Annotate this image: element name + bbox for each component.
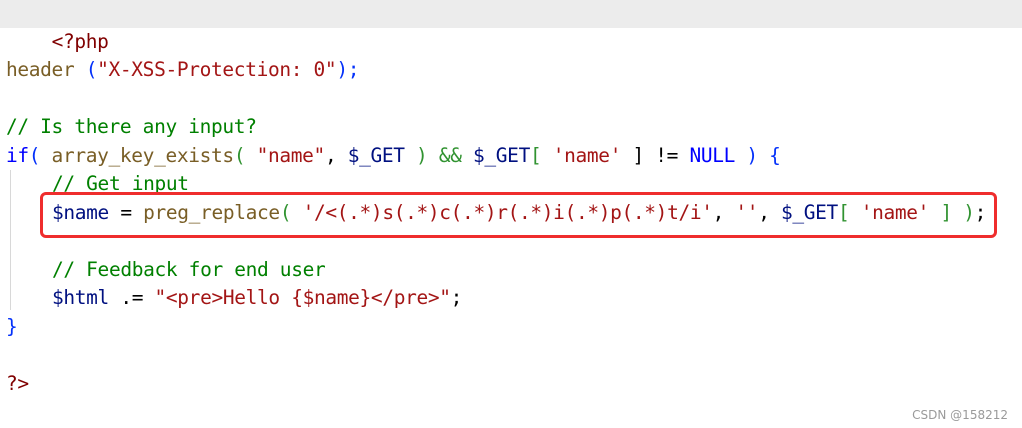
- token-paren: ): [735, 144, 770, 167]
- code-line-12: }: [6, 313, 18, 341]
- token-brace: {: [769, 144, 781, 167]
- indent-guide: [10, 170, 11, 310]
- token-string: 'name': [541, 144, 622, 167]
- php-close-tag: ?>: [6, 372, 29, 395]
- token-variable: $html: [52, 286, 109, 309]
- token-comment: // Is there any input?: [6, 115, 257, 138]
- token-variable: $_GET: [473, 144, 530, 167]
- token-string: "<pre>Hello {$name}</pre>": [154, 286, 451, 309]
- token-string: "X-XSS-Protection: 0": [97, 58, 337, 81]
- token-paren: (: [74, 58, 98, 81]
- code-line-1: <?php: [0, 0, 1022, 53]
- code-line-6: if( array_key_exists( "name", $_GET ) &&…: [6, 142, 781, 170]
- token-punct: ,: [324, 144, 348, 167]
- token-paren: (: [28, 144, 41, 167]
- code-line-14: ?>: [6, 370, 29, 398]
- token-keyword: if: [6, 144, 29, 167]
- code-line-11: $html .= "<pre>Hello {$name}</pre>";: [52, 284, 462, 312]
- token-operator: ) &&: [404, 144, 474, 167]
- token-brace: }: [6, 315, 18, 338]
- token-comment: // Feedback for end user: [52, 258, 326, 281]
- token-bracket: [: [529, 144, 542, 167]
- code-line-3: header ("X-XSS-Protection: 0");: [6, 56, 359, 84]
- token-operator: ] !=: [621, 144, 690, 167]
- code-editor[interactable]: <?php header ("X-XSS-Protection: 0"); //…: [0, 0, 1022, 428]
- token-function: array_key_exists: [40, 144, 235, 167]
- php-open-tag: <?php: [51, 30, 109, 53]
- code-line-10: // Feedback for end user: [52, 256, 326, 284]
- token-string: "name": [245, 144, 326, 167]
- token-paren: (: [233, 144, 246, 167]
- token-constant: NULL: [689, 144, 735, 167]
- highlight-box: [40, 192, 997, 238]
- token-operator: .=: [108, 286, 155, 309]
- token-variable: $_GET: [347, 144, 405, 167]
- token-paren: );: [336, 58, 360, 81]
- code-line-5: // Is there any input?: [6, 113, 257, 141]
- token-function: header: [6, 58, 75, 81]
- token-punct: ;: [450, 286, 463, 309]
- watermark: CSDN @158212: [912, 408, 1008, 422]
